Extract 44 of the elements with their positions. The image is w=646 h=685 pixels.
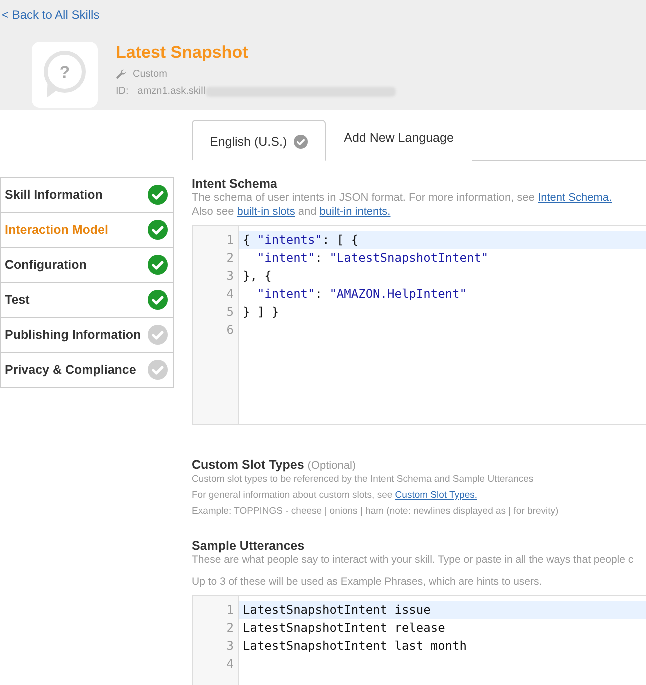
sidebar-item[interactable]: Skill Information [0,177,174,213]
line-number: 2 [226,250,235,267]
code-line: LatestSnapshotIntent last month [242,638,468,655]
wrench-icon [116,69,127,80]
help-text: Example: TOPPINGS - cheese | onions | ham (note: newlines displayed as | for brevity) [192,505,560,519]
sidebar-item[interactable]: Publishing Information [0,318,174,353]
section-title: Sample Utterances [192,539,306,553]
line-number: 5 [226,304,235,321]
help-link[interactable]: built-in intents. [320,206,391,218]
help-text: Custom slot types to be referenced by the Intent Schema and Sample Utterances [192,473,535,487]
line-number: 6 [226,322,235,339]
code-line: "intent": "LatestSnapshotIntent" [256,250,490,267]
code-line: } ] } [242,304,280,321]
code-line: "intent": "AMAZON.HelpIntent" [256,286,468,303]
help-text: These are what people say to interact with your skill. Type or paste in all the ways that people c [192,553,635,567]
code-editor[interactable]: 1 2 3 4 LatestSnapshotIntent issue LatestSnapshotIntent release LatestSnapshotIntent last month [192,595,646,685]
line-number: 3 [226,268,235,285]
line-number: 2 [226,620,235,637]
line-number: 4 [226,286,235,303]
sidebar-item[interactable]: Configuration [0,248,174,283]
language-tab[interactable]: English (U.S.) [192,120,326,161]
help-text: The schema of user intents in JSON format. For more information, see Intent Schema. [192,191,614,205]
section-title: Intent Schema [192,177,278,191]
help-link[interactable]: built-in slots [237,206,296,218]
id-label: ID: [116,86,129,97]
line-number: 1 [226,602,235,619]
help-text: Up to 3 of these will be used as Example Phrases, which are hints to users. [192,575,544,589]
code-editor[interactable]: 1 2 3 4 5 6 { "intents": [ { "intent": "LatestSnapshotIntent" }, { "intent": "AMAZON.HelpIntent" } ] } [192,225,646,425]
line-number: 3 [226,638,235,655]
code-line: LatestSnapshotIntent release [242,620,446,637]
skill-title: Latest Snapshot [116,43,250,63]
help-link[interactable]: Custom Slot Types. [395,490,478,501]
code-line: }, { [242,268,273,285]
line-number: 1 [226,232,235,249]
skill-type: Custom [133,69,168,80]
section-title: Custom Slot Types (Optional) [192,458,358,472]
skill-id: amzn1.ask.skill [138,86,206,97]
help-link[interactable]: Intent Schema. [538,192,612,204]
line-number: 4 [226,656,235,673]
sidebar-item[interactable]: Privacy & Compliance [0,353,174,388]
help-text: For general information about custom slots, see Custom Slot Types. [192,489,478,503]
help-text: Also see built-in slots and built-in intents. [192,205,392,219]
back-link[interactable]: < Back to All Skills [2,8,100,22]
sidebar-item[interactable]: Test [0,283,174,318]
